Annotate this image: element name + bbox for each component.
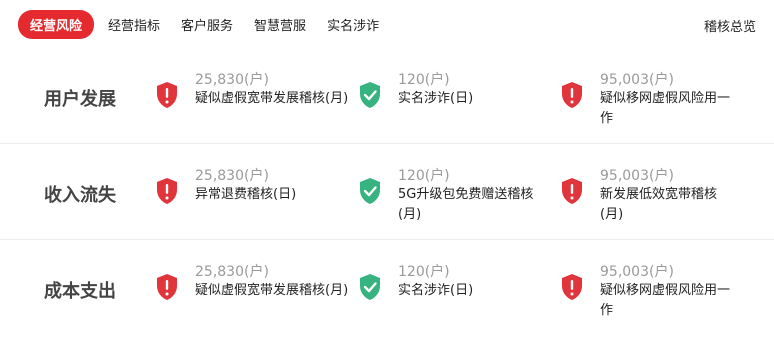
top-tab-bar: 经营风险 经营指标 客户服务 智慧营服 实名涉诈 稽核总览 <box>0 0 774 48</box>
shield-alert-icon <box>562 274 582 300</box>
risk-row-revenue-loss: 收入流失 25,830(户) 异常退费稽核(日) 120(户) 5G升级包免费赠… <box>0 144 774 240</box>
metric-value: 120(户) <box>398 168 450 184</box>
shield-check-icon <box>360 82 380 108</box>
metric-label: 实名涉诈(日) <box>398 91 474 106</box>
metric-value: 25,830(户) <box>195 72 269 88</box>
risk-row-cost-expense: 成本支出 25,830(户) 疑似虚假宽带发展稽核(月) 120(户) 实名涉诈… <box>0 240 774 336</box>
row-title: 成本支出 <box>44 281 116 302</box>
row-title: 用户发展 <box>44 89 116 110</box>
metric-value: 25,830(户) <box>195 168 269 184</box>
row-title: 收入流失 <box>44 185 116 206</box>
audit-overview-link[interactable]: 稽核总览 <box>704 16 756 35</box>
metric-value: 120(户) <box>398 72 450 88</box>
metric-label: 疑似虚假宽带发展稽核(月) <box>195 283 349 298</box>
risk-row-user-growth: 用户发展 25,830(户) 疑似虚假宽带发展稽核(月) 120(户) 实名涉诈… <box>0 48 774 144</box>
shield-alert-icon <box>562 178 582 204</box>
tab-smart-service[interactable]: 智慧营服 <box>254 15 306 34</box>
metric-label: 5G升级包免费赠送稽核(月) <box>398 187 534 222</box>
shield-alert-icon <box>157 274 177 300</box>
tab-business-indicators[interactable]: 经营指标 <box>108 15 160 34</box>
metric-label: 实名涉诈(日) <box>398 283 474 298</box>
tab-realname-fraud[interactable]: 实名涉诈 <box>327 15 379 34</box>
shield-alert-icon <box>157 82 177 108</box>
risk-rows: 用户发展 25,830(户) 疑似虚假宽带发展稽核(月) 120(户) 实名涉诈… <box>0 48 774 336</box>
tab-business-risk[interactable]: 经营风险 <box>18 9 95 39</box>
metric-value: 95,003(户) <box>600 168 674 184</box>
metric-value: 25,830(户) <box>195 264 269 280</box>
metric-value: 120(户) <box>398 264 450 280</box>
shield-alert-icon <box>157 178 177 204</box>
tab-customer-service[interactable]: 客户服务 <box>181 15 233 34</box>
shield-check-icon <box>360 274 380 300</box>
metric-label: 疑似移网虚假风险用一作 <box>600 91 731 126</box>
metric-label: 异常退费稽核(日) <box>195 187 297 202</box>
metric-value: 95,003(户) <box>600 264 674 280</box>
metric-label: 疑似移网虚假风险用一作 <box>600 283 731 318</box>
shield-alert-icon <box>562 82 582 108</box>
metric-label: 新发展低效宽带稽核(月) <box>600 187 718 222</box>
metric-label: 疑似虚假宽带发展稽核(月) <box>195 91 349 106</box>
metric-value: 95,003(户) <box>600 72 674 88</box>
shield-check-icon <box>360 178 380 204</box>
